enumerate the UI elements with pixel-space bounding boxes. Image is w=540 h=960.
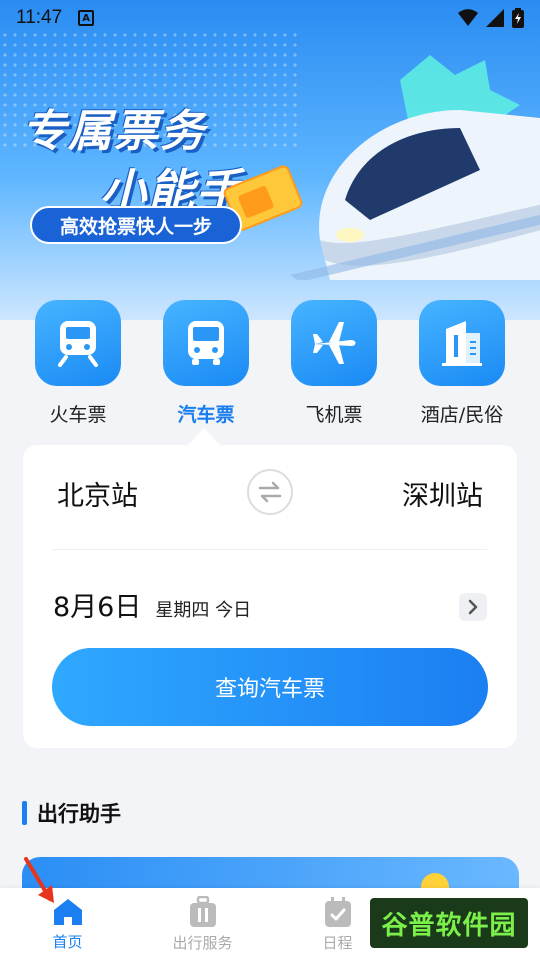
nav-home[interactable]: 首页 — [0, 888, 135, 960]
swap-icon — [258, 481, 282, 503]
travel-weekday: 星期四 今日 — [155, 600, 252, 621]
from-station[interactable]: 北京站 — [57, 474, 138, 513]
chevron-right-icon — [459, 593, 487, 621]
nav-travel-services[interactable]: 出行服务 — [135, 888, 270, 960]
banner-slogan: 高效抢票快人一步 — [30, 206, 242, 244]
promo-banner[interactable]: 专属票务 小能手 高效抢票快人一步 — [0, 0, 540, 320]
swap-stations-button[interactable] — [247, 469, 293, 515]
tab-hotel[interactable]: 酒店/民俗 — [407, 300, 517, 430]
watermark-logo: 谷普软件园 — [370, 898, 528, 948]
calendar-icon — [324, 896, 351, 927]
tab-flight[interactable]: 飞机票 — [279, 300, 389, 430]
search-bus-button[interactable]: 查询汽车票 — [52, 648, 488, 726]
divider — [53, 549, 487, 550]
signal-icon — [486, 9, 504, 27]
notification-icon: A — [78, 10, 95, 26]
tab-hotel-label: 酒店/民俗 — [420, 404, 504, 426]
assistant-title: 出行助手 — [37, 802, 121, 826]
bus-search-card: 北京站 深圳站 8月6日 星期四 今日 查询汽车票 — [23, 445, 517, 748]
tab-train[interactable]: 火车票 — [23, 300, 133, 430]
bus-icon — [163, 300, 249, 386]
section-accent-bar — [22, 801, 27, 825]
plane-icon — [291, 300, 377, 386]
tab-flight-label: 飞机票 — [305, 404, 363, 426]
date-selector[interactable]: 8月6日 星期四 今日 — [53, 585, 487, 625]
assistant-section-header: 出行助手 — [22, 798, 121, 828]
to-station[interactable]: 深圳站 — [402, 474, 483, 513]
battery-icon — [512, 8, 524, 28]
wifi-icon — [458, 9, 478, 26]
banner-title-line1: 专属票务 — [22, 106, 206, 157]
luggage-icon — [189, 895, 216, 927]
train-illustration — [290, 55, 540, 280]
pointer-arrow-icon — [24, 857, 54, 903]
active-tab-pointer — [187, 428, 221, 446]
nav-home-label: 首页 — [52, 932, 83, 951]
tab-bus-label: 汽车票 — [177, 404, 235, 426]
category-tabs: 火车票 汽车票 飞机票 酒店/民俗 — [0, 300, 540, 430]
train-icon — [35, 300, 121, 386]
status-indicators — [458, 8, 524, 28]
travel-date: 8月6日 — [53, 592, 142, 623]
status-time: 11:47 — [16, 7, 63, 28]
tab-bus[interactable]: 汽车票 — [151, 300, 261, 430]
tab-train-label: 火车票 — [49, 404, 107, 426]
status-bar: 11:47 A — [0, 0, 540, 36]
nav-schedule-label: 日程 — [322, 933, 353, 952]
hotel-icon — [419, 300, 505, 386]
nav-travel-services-label: 出行服务 — [172, 933, 233, 952]
